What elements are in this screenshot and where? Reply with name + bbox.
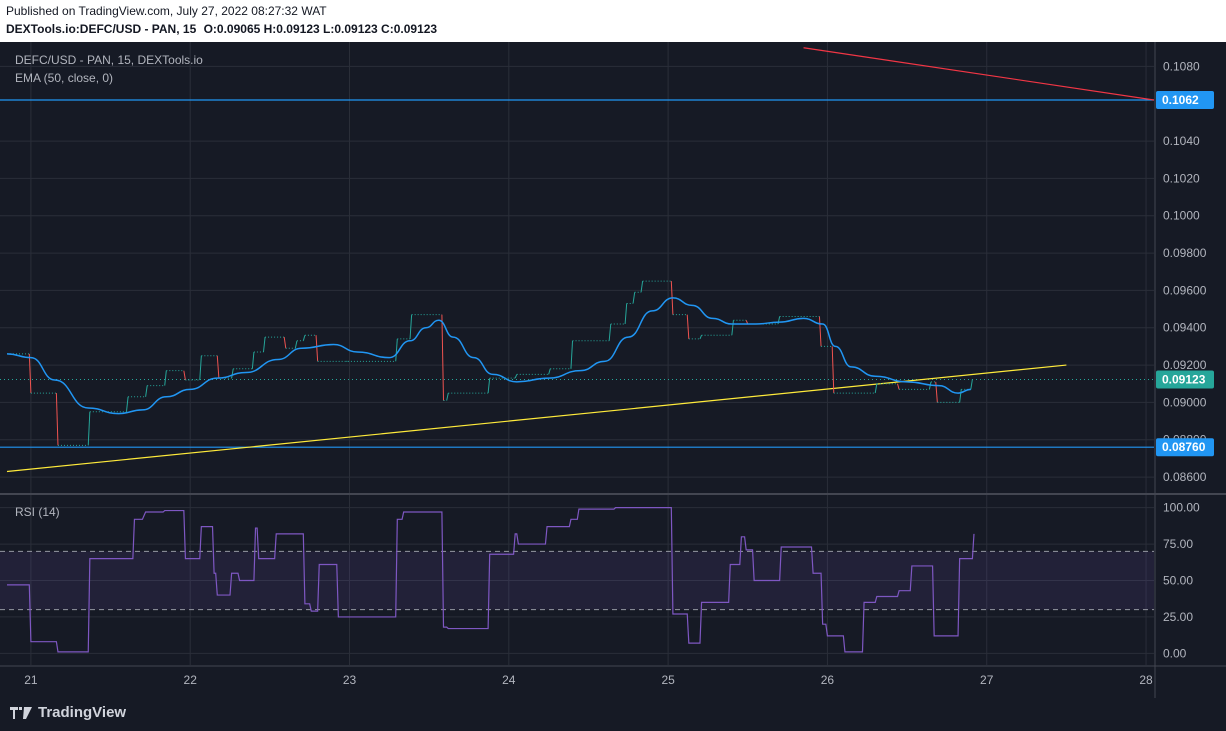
- symbol-name: DEXTools.io:DEFC/USD - PAN, 15: [6, 22, 197, 36]
- price-segment: [164, 370, 167, 386]
- price-segment: [302, 335, 306, 341]
- price-segment: [548, 368, 551, 375]
- price-segment: [831, 346, 835, 394]
- price-segment: [959, 389, 962, 403]
- price-segment: [632, 292, 636, 304]
- price-segment: [624, 303, 628, 325]
- price-tick-label: 0.1000: [1163, 209, 1200, 223]
- price-segment: [699, 335, 703, 340]
- price-segment: [183, 370, 186, 381]
- price-tick-label: 0.09800: [1163, 246, 1207, 260]
- price-tick-label: 0.09200: [1163, 358, 1207, 372]
- symbol-ohlc: DEXTools.io:DEFC/USD - PAN, 15 O:0.09065…: [6, 22, 437, 36]
- time-tick-label: 25: [661, 673, 675, 687]
- tradingview-brand[interactable]: TradingView: [10, 704, 126, 721]
- chart-title: DEFC/USD - PAN, 15, DEXTools.io: [15, 53, 203, 67]
- price-segment: [487, 378, 491, 394]
- price-segment: [199, 355, 202, 381]
- price-segment: [283, 336, 287, 349]
- price-segment: [514, 374, 518, 379]
- rsi-tick-label: 75.00: [1163, 537, 1193, 551]
- price-segment: [446, 392, 449, 401]
- price-plot: [0, 47, 1155, 473]
- chart-svg[interactable]: 0.1080 0.1040 0.1020 0.1000 0.09800 0.09600 0.…: [0, 42, 1226, 698]
- price-segment: [608, 323, 612, 341]
- price-tick-label: 0.1020: [1163, 171, 1200, 185]
- time-tick-label: 21: [24, 673, 38, 687]
- time-tick-label: 22: [184, 673, 198, 687]
- price-segment: [55, 393, 59, 446]
- price-segment: [216, 355, 220, 379]
- ema-legend: EMA (50, close, 0): [15, 71, 114, 85]
- footer: TradingView: [0, 698, 1226, 731]
- publish-info: Published on TradingView.com, July 27, 2…: [6, 4, 327, 18]
- publish-header: Published on TradingView.com, July 27, 2…: [0, 0, 1226, 42]
- price-segment: [686, 314, 690, 339]
- price-segment: [874, 383, 878, 394]
- ohlc-values: O:0.09065 H:0.09123 L:0.09123 C:0.09123: [203, 22, 438, 36]
- rsi-legend: RSI (14): [15, 505, 60, 519]
- price-segment: [125, 396, 129, 412]
- rsi-tick-label: 50.00: [1163, 574, 1193, 588]
- price-segment: [231, 368, 234, 379]
- rsi-tick-label: 25.00: [1163, 610, 1193, 624]
- price-tick-label: 0.1080: [1163, 59, 1200, 73]
- price-segment: [294, 340, 298, 349]
- price-segment: [409, 314, 413, 339]
- downtrend-line: [803, 47, 1155, 101]
- rsi-plot: [0, 507, 1154, 653]
- price-segment: [897, 383, 900, 390]
- rsi-tick-label: 100.00: [1163, 501, 1200, 515]
- price-tick-label: 0.08600: [1163, 470, 1207, 484]
- tradingview-logo-icon: [10, 706, 32, 719]
- chart-area[interactable]: 0.1080 0.1040 0.1020 0.1000 0.09800 0.09600 0.…: [0, 42, 1226, 698]
- price-tick-label: 0.1040: [1163, 134, 1200, 148]
- time-tick-label: 23: [343, 673, 357, 687]
- uptrend-line: [6, 364, 1067, 473]
- rsi-tick-label: 0.00: [1163, 646, 1187, 660]
- price-segment: [395, 338, 398, 362]
- price-label-text: 0.09123: [1162, 372, 1206, 386]
- price-segment: [87, 411, 91, 446]
- price-tick-label: 0.09600: [1163, 283, 1207, 297]
- time-tick-label: 26: [821, 673, 835, 687]
- price-segment: [145, 385, 148, 397]
- price-label-text: 0.1062: [1162, 93, 1199, 107]
- time-tick-label: 24: [502, 673, 516, 687]
- price-segment: [970, 379, 973, 390]
- price-segment: [262, 337, 266, 353]
- price-label-text: 0.08760: [1162, 440, 1206, 454]
- time-tick-label: 27: [980, 673, 994, 687]
- price-tick-label: 0.09400: [1163, 321, 1207, 335]
- price-segment: [251, 351, 255, 369]
- ema-line: [6, 297, 971, 415]
- price-segment: [818, 316, 822, 347]
- price-segment: [315, 335, 319, 362]
- brand-name: TradingView: [38, 704, 127, 721]
- price-tick-label: 0.09000: [1163, 395, 1207, 409]
- rsi-band: [0, 551, 1154, 610]
- time-tick-label: 28: [1139, 673, 1153, 687]
